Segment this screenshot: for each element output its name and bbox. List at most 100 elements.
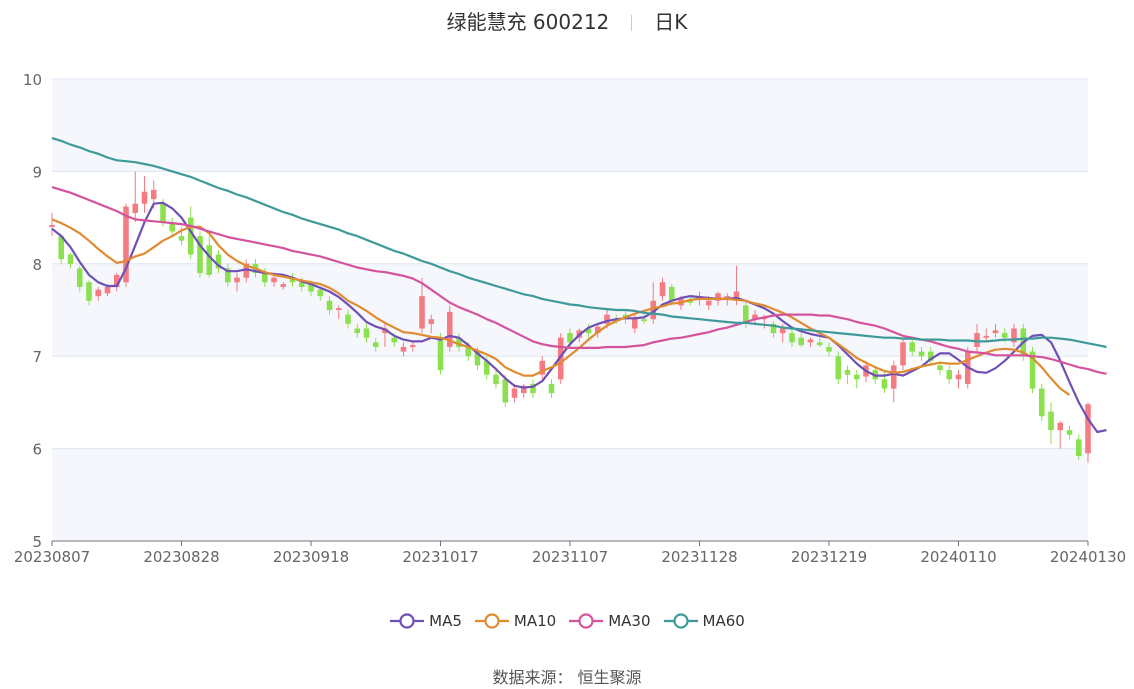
candle-body bbox=[705, 300, 712, 306]
candle-body bbox=[900, 342, 906, 366]
candle-body bbox=[659, 282, 666, 297]
candle-body bbox=[983, 335, 990, 338]
candle-body bbox=[67, 254, 74, 264]
candle-body bbox=[280, 284, 287, 287]
legend-marker-icon bbox=[390, 613, 425, 629]
candle-body bbox=[132, 203, 139, 213]
x-tick-label: 20230807 bbox=[14, 548, 90, 566]
x-axis: 20230807 20230828 20230918 20231017 20231107… bbox=[14, 540, 1126, 566]
x-tick-label: 20231107 bbox=[532, 548, 608, 566]
candle-body bbox=[937, 365, 943, 371]
candle-body bbox=[150, 189, 157, 200]
candle-body bbox=[909, 342, 916, 352]
candle-body bbox=[890, 365, 897, 389]
x-tick-label: 20240110 bbox=[920, 548, 996, 566]
candle-body bbox=[428, 319, 435, 324]
background-bands bbox=[52, 79, 1088, 541]
candle-body bbox=[641, 319, 647, 322]
legend-item-ma30[interactable]: MA30 bbox=[568, 612, 651, 630]
y-tick-label: 8 bbox=[32, 256, 42, 274]
candle-body bbox=[206, 245, 213, 275]
legend: MA5 MA10 MA30 MA60 bbox=[0, 612, 1134, 634]
grid-band bbox=[52, 79, 1088, 172]
candle-body bbox=[400, 346, 407, 352]
candle-body bbox=[1085, 404, 1091, 454]
legend-item-ma5[interactable]: MA5 bbox=[389, 612, 462, 630]
candle-body bbox=[141, 191, 148, 204]
candle-body bbox=[104, 286, 111, 294]
candle-body bbox=[668, 286, 675, 301]
candle-body bbox=[955, 374, 962, 380]
candle-body bbox=[992, 330, 999, 334]
candle-body bbox=[419, 296, 425, 329]
source-label: 数据来源： bbox=[492, 668, 573, 687]
legend-label: MA30 bbox=[608, 612, 651, 630]
candle-body bbox=[391, 337, 398, 343]
candlestick-chart: 5678910 20230807 20230828 20230918 20231017… bbox=[14, 71, 1126, 566]
candle-body bbox=[881, 379, 888, 389]
candle-body bbox=[326, 300, 333, 310]
candle-body bbox=[335, 308, 342, 310]
candle-body bbox=[807, 339, 814, 343]
legend-label: MA60 bbox=[702, 612, 745, 630]
candle-body bbox=[437, 337, 444, 371]
candle-body bbox=[844, 370, 851, 375]
y-tick-label: 10 bbox=[23, 71, 42, 89]
candle-body bbox=[511, 388, 518, 398]
y-tick-label: 6 bbox=[32, 441, 42, 459]
candle-body bbox=[354, 328, 361, 334]
grid-band bbox=[52, 448, 1088, 541]
candle-body bbox=[178, 236, 185, 241]
candle-body bbox=[372, 342, 379, 347]
candle-body bbox=[1038, 388, 1045, 417]
source-value: 恒生聚源 bbox=[577, 668, 642, 687]
legend-label: MA10 bbox=[513, 612, 557, 630]
candle-body bbox=[76, 268, 83, 287]
candle-body bbox=[345, 314, 351, 324]
candle-body bbox=[946, 370, 953, 380]
x-tick-label: 20230918 bbox=[273, 548, 349, 566]
candle-body bbox=[409, 345, 416, 347]
y-tick-label: 7 bbox=[32, 348, 42, 366]
legend-item-ma60[interactable]: MA60 bbox=[663, 612, 745, 630]
candle-body bbox=[853, 374, 860, 380]
x-tick-label: 20230828 bbox=[143, 548, 219, 566]
legend-label: MA5 bbox=[429, 612, 462, 630]
candle-body bbox=[160, 203, 166, 223]
candle-body bbox=[234, 277, 240, 283]
x-tick-label: 20231219 bbox=[791, 548, 867, 566]
x-tick-label: 20240130 bbox=[1050, 548, 1126, 566]
candle-body bbox=[261, 273, 268, 283]
x-tick-label: 20231128 bbox=[661, 548, 737, 566]
candle-body bbox=[826, 346, 832, 352]
candle-body bbox=[1048, 411, 1054, 431]
candle-body bbox=[317, 289, 324, 297]
x-tick-label: 20231017 bbox=[402, 548, 478, 566]
candle-body bbox=[271, 277, 277, 283]
candle-body bbox=[974, 333, 980, 347]
y-axis: 5678910 bbox=[23, 71, 42, 551]
candle-body bbox=[1001, 333, 1008, 338]
data-source: 数据来源： 恒生聚源 bbox=[0, 664, 1134, 688]
candle-body bbox=[798, 337, 805, 346]
candle-body bbox=[95, 289, 102, 297]
candle-body bbox=[816, 342, 823, 346]
y-tick-label: 9 bbox=[32, 163, 42, 181]
candle-body bbox=[1057, 422, 1064, 431]
candle-body bbox=[789, 333, 795, 343]
candle-body bbox=[918, 351, 925, 357]
candle-body bbox=[86, 282, 92, 301]
candle-body bbox=[779, 328, 786, 334]
candle-body bbox=[1075, 439, 1082, 456]
candle-body bbox=[835, 356, 842, 380]
legend-item-ma10[interactable]: MA10 bbox=[474, 612, 556, 630]
legend-marker-icon bbox=[474, 613, 509, 629]
candle-body bbox=[1066, 430, 1073, 435]
legend-marker-icon bbox=[663, 613, 698, 629]
candle-body bbox=[548, 383, 555, 394]
candle-body bbox=[502, 379, 509, 403]
legend-marker-icon bbox=[569, 613, 604, 629]
candle-body bbox=[363, 328, 370, 338]
candle-body bbox=[493, 374, 499, 384]
candle-body bbox=[49, 224, 55, 227]
